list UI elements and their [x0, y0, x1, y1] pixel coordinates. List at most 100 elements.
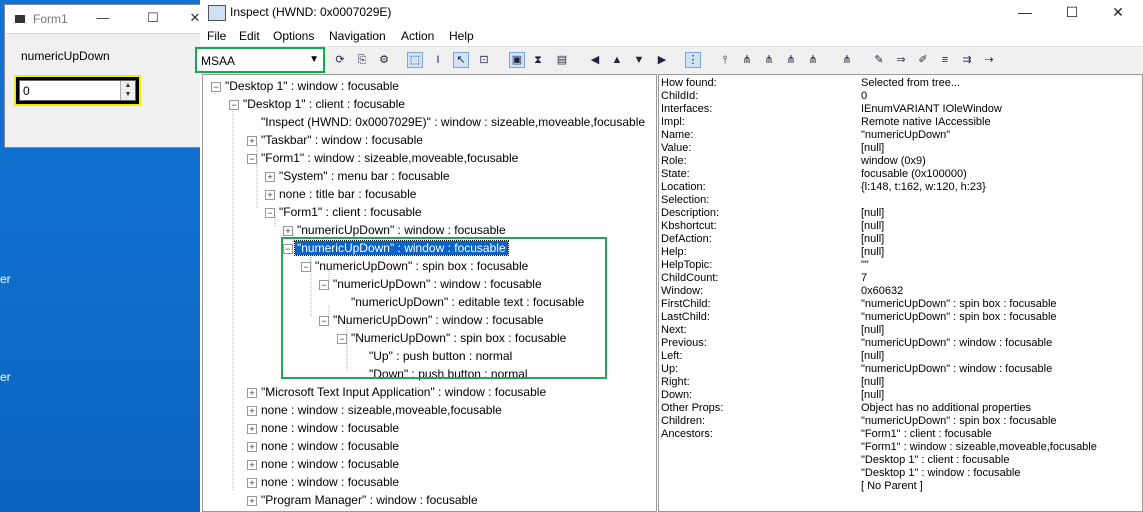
extend-selection-icon[interactable]: ⇢: [982, 53, 996, 67]
property-row[interactable]: DefAction: [null]: [661, 233, 1141, 246]
expand-icon[interactable]: +: [247, 460, 257, 470]
collapse-icon[interactable]: −: [265, 208, 275, 218]
settings-icon[interactable]: ⚙: [377, 53, 391, 67]
spin-down-icon[interactable]: ▼: [121, 90, 135, 99]
watch-cursor-icon[interactable]: ↖: [453, 52, 469, 68]
tree-item-label[interactable]: "Microsoft Text Input Application" : win…: [261, 385, 546, 399]
tree-view-icon[interactable]: ⋮: [685, 52, 701, 68]
property-row[interactable]: Description: [null]: [661, 207, 1141, 220]
property-row[interactable]: Up: "numericUpDown" : window : focusable: [661, 363, 1141, 376]
minimize-button[interactable]: —: [93, 9, 113, 27]
tree-item-label[interactable]: "Form1" : client : focusable: [279, 205, 422, 219]
nav-tree-icon[interactable]: ⋔: [840, 53, 854, 67]
property-row[interactable]: Role: window (0x9): [661, 155, 1141, 168]
watch-caret-icon[interactable]: I: [431, 53, 445, 67]
inspect-titlebar[interactable]: Inspect (HWND: 0x0007029E) — ☐ ✕: [200, 0, 1143, 26]
property-row[interactable]: Impl: Remote native IAccessible: [661, 116, 1141, 129]
menu-edit[interactable]: Edit: [239, 29, 260, 43]
spin-up-icon[interactable]: ▲: [121, 81, 135, 90]
expand-icon[interactable]: +: [247, 424, 257, 434]
tree-item-label[interactable]: "numericUpDown" : window : focusable: [297, 223, 506, 237]
property-row[interactable]: Location: {l:148, t:162, w:120, h:23}: [661, 181, 1141, 194]
nav-parent-icon[interactable]: ⫯: [718, 53, 732, 67]
property-row[interactable]: Ancestors: "Form1" : client : focusable: [661, 428, 1141, 441]
show-highlight-icon[interactable]: ▣: [509, 52, 525, 68]
property-row[interactable]: Selection:: [661, 194, 1141, 207]
menu-action[interactable]: Action: [401, 29, 434, 43]
collapse-icon[interactable]: −: [229, 100, 239, 110]
tree-item-label[interactable]: "Desktop 1" : window : focusable: [225, 79, 399, 93]
mode-select[interactable]: MSAA ▼: [195, 47, 325, 73]
arrow-right-icon[interactable]: ▶: [655, 53, 669, 67]
set-focus-icon[interactable]: ⇒: [894, 53, 908, 67]
arrow-left-icon[interactable]: ◀: [588, 53, 602, 67]
watch-focus-icon[interactable]: ⬚: [407, 52, 423, 68]
property-row[interactable]: "Desktop 1" : window : focusable: [661, 467, 1141, 480]
menu-file[interactable]: File: [207, 29, 226, 43]
property-row[interactable]: State: focusable (0x100000): [661, 168, 1141, 181]
menu-help[interactable]: Help: [449, 29, 474, 43]
tree-item-label[interactable]: "Taskbar" : window : focusable: [261, 133, 423, 147]
property-row[interactable]: Right: [null]: [661, 376, 1141, 389]
minimize-button[interactable]: —: [1005, 2, 1045, 22]
property-row[interactable]: [ No Parent ]: [661, 480, 1141, 493]
property-row[interactable]: Children: "numericUpDown" : spin box : fo…: [661, 415, 1141, 428]
property-row[interactable]: Interfaces: IEnumVARIANT IOleWindow: [661, 103, 1141, 116]
collapse-icon[interactable]: −: [247, 154, 257, 164]
property-row[interactable]: LastChild: "numericUpDown" : spin box : f…: [661, 311, 1141, 324]
nav-next-sibling-icon[interactable]: ⋔: [784, 53, 798, 67]
property-row[interactable]: Help: [null]: [661, 246, 1141, 259]
property-row[interactable]: FirstChild: "numericUpDown" : spin box : …: [661, 298, 1141, 311]
select-icon[interactable]: ✐: [916, 53, 930, 67]
do-default-action-icon[interactable]: ✎: [872, 53, 886, 67]
tree-item-label[interactable]: "Form1" : window : sizeable,moveable,foc…: [261, 151, 518, 165]
tree-item-label[interactable]: none : window : focusable: [261, 439, 399, 453]
tree-item-label[interactable]: "Desktop 1" : client : focusable: [243, 97, 405, 111]
property-row[interactable]: Value: [null]: [661, 142, 1141, 155]
property-row[interactable]: ChildCount: 7: [661, 272, 1141, 285]
copy-icon[interactable]: ⎘: [355, 53, 369, 67]
expand-icon[interactable]: +: [283, 226, 293, 236]
add-selection-icon[interactable]: ≡: [938, 53, 952, 67]
expand-icon[interactable]: +: [247, 406, 257, 416]
nav-last-child-icon[interactable]: ⋔: [806, 53, 820, 67]
watch-tooltip-icon[interactable]: ⊡: [477, 53, 491, 67]
remove-selection-icon[interactable]: ⇉: [960, 53, 974, 67]
numeric-value[interactable]: 0: [23, 84, 30, 98]
tree-item-label[interactable]: "System" : menu bar : focusable: [279, 169, 450, 183]
tree-item-label[interactable]: "Inspect (HWND: 0x0007029E)" : window : …: [261, 115, 645, 129]
expand-icon[interactable]: +: [265, 190, 275, 200]
numeric-updown[interactable]: 0 ▲ ▼: [19, 80, 136, 101]
maximize-button[interactable]: ☐: [1052, 2, 1092, 22]
property-row[interactable]: Next: [null]: [661, 324, 1141, 337]
collapse-icon[interactable]: −: [211, 82, 221, 92]
expand-icon[interactable]: +: [247, 478, 257, 488]
tree-item-label[interactable]: none : title bar : focusable: [279, 187, 416, 201]
form1-titlebar[interactable]: Form1 — ☐ ✕: [5, 5, 205, 34]
hourglass-icon[interactable]: ⧗: [531, 53, 545, 67]
property-row[interactable]: Window: 0x60632: [661, 285, 1141, 298]
property-row[interactable]: Other Props: Object has no additional pro…: [661, 402, 1141, 415]
property-row[interactable]: "Form1" : window : sizeable,moveable,foc…: [661, 441, 1141, 454]
expand-icon[interactable]: +: [265, 172, 275, 182]
expand-icon[interactable]: +: [247, 442, 257, 452]
tree-item-label[interactable]: none : window : focusable: [261, 475, 399, 489]
desktop-icon-label[interactable]: er: [0, 370, 11, 384]
nav-prev-sibling-icon[interactable]: ⋔: [762, 53, 776, 67]
property-row[interactable]: ChildId: 0: [661, 90, 1141, 103]
property-row[interactable]: Left: [null]: [661, 350, 1141, 363]
tree-item-label[interactable]: none : window : focusable: [261, 421, 399, 435]
tree-item-label[interactable]: "Program Manager" : window : focusable: [261, 493, 478, 507]
expand-icon[interactable]: +: [247, 136, 257, 146]
property-row[interactable]: HelpTopic: "": [661, 259, 1141, 272]
property-row[interactable]: How found: Selected from tree...: [661, 77, 1141, 90]
menu-options[interactable]: Options: [273, 29, 314, 43]
arrow-down-icon[interactable]: ▼: [632, 53, 646, 67]
maximize-button[interactable]: ☐: [143, 9, 163, 27]
desktop-icon-label[interactable]: er: [0, 272, 11, 286]
property-row[interactable]: Name: "numericUpDown": [661, 129, 1141, 142]
property-row[interactable]: "Desktop 1" : client : focusable: [661, 454, 1141, 467]
refresh-icon[interactable]: ⟳: [333, 53, 347, 67]
element-tree[interactable]: − "Desktop 1" : window : focusable − "Deskt…: [202, 74, 657, 512]
property-row[interactable]: Previous: "numericUpDown" : window : focu…: [661, 337, 1141, 350]
